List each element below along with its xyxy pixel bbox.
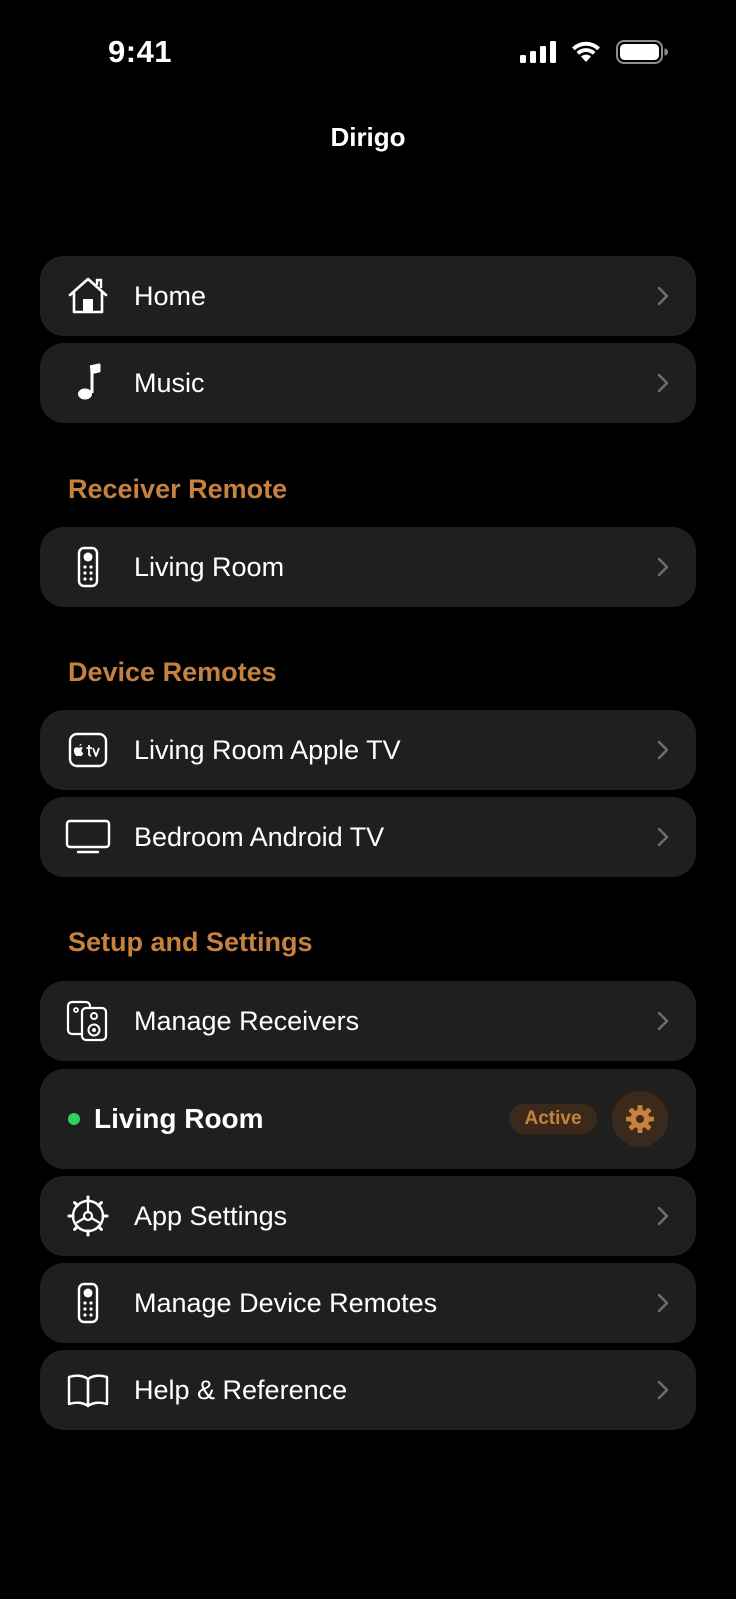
- status-dot: [68, 1113, 80, 1125]
- manage-receivers[interactable]: Manage Receivers: [40, 981, 696, 1061]
- device-remote-living-room-apple-tv[interactable]: Living Room Apple TV: [40, 710, 696, 790]
- wifi-icon: [572, 41, 600, 62]
- section-header-device-remotes: Device Remotes: [68, 657, 277, 687]
- section-header-receiver-remote: Receiver Remote: [68, 474, 288, 504]
- section-header-setup-settings: Setup and Settings: [68, 927, 313, 957]
- home-icon: [64, 272, 112, 320]
- book-icon: [64, 1366, 112, 1414]
- status-bar: 9:41: [0, 0, 736, 100]
- receiver-name: Living Room: [94, 1103, 264, 1134]
- remote-icon: [64, 1279, 112, 1327]
- active-receiver-row[interactable]: Living Room Active: [40, 1069, 696, 1169]
- receiver-settings-button[interactable]: [612, 1091, 668, 1147]
- status-badge: Active: [509, 1104, 597, 1134]
- menu-item-label: Manage Receivers: [134, 1005, 360, 1036]
- settings-icon: [64, 1192, 112, 1240]
- page-title: Dirigo: [330, 122, 406, 152]
- menu-item-label: Living Room Apple TV: [134, 734, 401, 765]
- chevron-right-icon: [657, 1011, 669, 1031]
- chevron-right-icon: [657, 373, 669, 393]
- manage-device-remotes[interactable]: Manage Device Remotes: [40, 1263, 696, 1343]
- chevron-right-icon: [657, 1206, 669, 1226]
- chevron-right-icon: [657, 740, 669, 760]
- chevron-right-icon: [657, 557, 669, 577]
- tv-icon: [64, 813, 112, 861]
- chevron-right-icon: [657, 827, 669, 847]
- menu-item-label: Living Room: [134, 551, 285, 582]
- remote-icon: [64, 543, 112, 591]
- chevron-right-icon: [657, 1380, 669, 1400]
- gear-icon: [626, 1105, 654, 1133]
- receiver-remote-living-room[interactable]: Living Room: [40, 527, 696, 607]
- chevron-right-icon: [657, 1293, 669, 1313]
- device-remote-bedroom-android-tv[interactable]: Bedroom Android TV: [40, 797, 696, 877]
- cellular-signal-icon: [520, 41, 556, 63]
- menu-item-label: Home: [134, 280, 207, 311]
- menu-item-label: Music: [134, 367, 205, 398]
- app-settings[interactable]: App Settings: [40, 1176, 696, 1256]
- menu-item-home[interactable]: Home: [40, 256, 696, 336]
- menu-item-label: Bedroom Android TV: [134, 821, 385, 852]
- music-note-icon: [64, 359, 112, 407]
- menu-item-music[interactable]: Music: [40, 343, 696, 423]
- menu-item-label: Help & Reference: [134, 1374, 348, 1405]
- help-reference[interactable]: Help & Reference: [40, 1350, 696, 1430]
- status-time: 9:41: [108, 34, 173, 69]
- chevron-right-icon: [657, 286, 669, 306]
- speakers-icon: [64, 997, 112, 1045]
- menu-item-label: App Settings: [134, 1200, 288, 1231]
- status-icons: [520, 40, 668, 64]
- menu-item-label: Manage Device Remotes: [134, 1287, 438, 1318]
- apple-tv-icon: [64, 726, 112, 774]
- battery-icon: [616, 40, 668, 64]
